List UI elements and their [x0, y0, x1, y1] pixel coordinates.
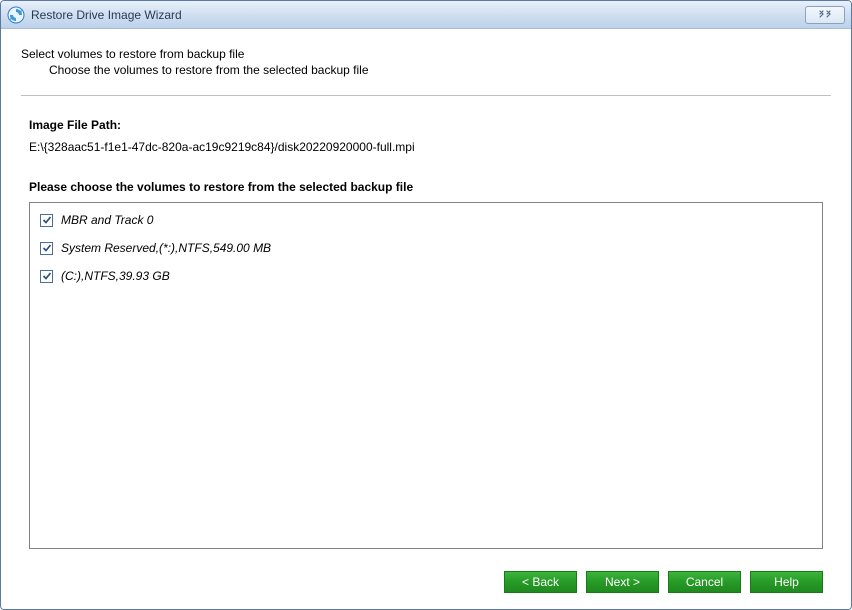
- window-title: Restore Drive Image Wizard: [31, 8, 805, 22]
- path-label: Image File Path:: [29, 118, 823, 132]
- help-button[interactable]: Help: [750, 571, 823, 593]
- header-subtitle: Choose the volumes to restore from the s…: [21, 63, 831, 77]
- button-row: < Back Next > Cancel Help: [29, 571, 823, 593]
- wizard-header: Select volumes to restore from backup fi…: [21, 47, 831, 77]
- header-title: Select volumes to restore from backup fi…: [21, 47, 831, 61]
- volume-item: MBR and Track 0: [40, 213, 812, 227]
- next-button[interactable]: Next >: [586, 571, 659, 593]
- volume-item: (C:),NTFS,39.93 GB: [40, 269, 812, 283]
- volume-label: (C:),NTFS,39.93 GB: [61, 269, 170, 283]
- volume-checkbox[interactable]: [40, 242, 53, 255]
- volumes-list: MBR and Track 0 System Reserved,(*:),NTF…: [29, 202, 823, 549]
- volumes-prompt: Please choose the volumes to restore fro…: [29, 180, 823, 194]
- content: Image File Path: E:\{328aac51-f1e1-47dc-…: [21, 118, 831, 593]
- volume-checkbox[interactable]: [40, 270, 53, 283]
- volume-checkbox[interactable]: [40, 214, 53, 227]
- close-button[interactable]: [805, 6, 845, 24]
- divider: [21, 95, 831, 96]
- back-button[interactable]: < Back: [504, 571, 577, 593]
- titlebar: Restore Drive Image Wizard: [1, 1, 851, 29]
- volume-label: MBR and Track 0: [61, 213, 153, 227]
- body-area: Select volumes to restore from backup fi…: [1, 29, 851, 609]
- cancel-button[interactable]: Cancel: [668, 571, 741, 593]
- path-value: E:\{328aac51-f1e1-47dc-820a-ac19c9219c84…: [29, 140, 823, 154]
- app-icon: [7, 6, 25, 24]
- wizard-window: Restore Drive Image Wizard Select volume…: [0, 0, 852, 610]
- volume-item: System Reserved,(*:),NTFS,549.00 MB: [40, 241, 812, 255]
- volume-label: System Reserved,(*:),NTFS,549.00 MB: [61, 241, 271, 255]
